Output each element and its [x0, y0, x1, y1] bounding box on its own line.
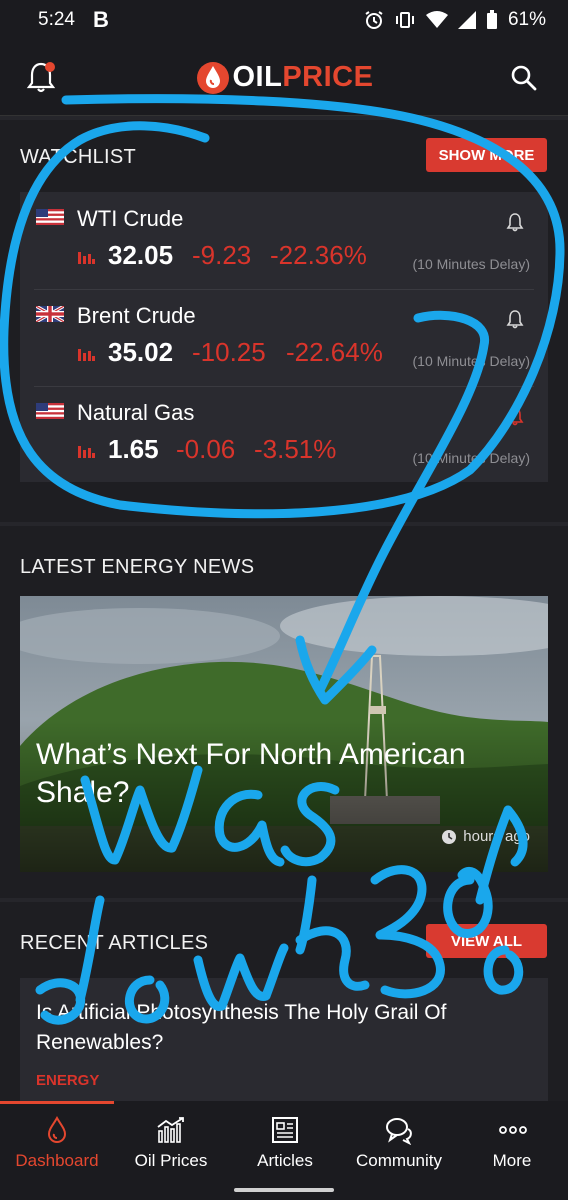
drop-icon — [47, 1115, 67, 1143]
latest-news-title: LATEST ENERGY NEWS — [20, 556, 255, 578]
bar-chart-icon[interactable] — [77, 248, 95, 264]
recent-articles-title: RECENT ARTICLES — [20, 932, 209, 954]
oilprice-logo[interactable]: OILPRICE — [195, 60, 374, 96]
battery-percent: 61% — [507, 9, 546, 30]
newspaper-icon — [272, 1117, 298, 1143]
commodity-percent: -3.51% — [254, 434, 337, 464]
bottom-navigation: Dashboard Oil Prices Articles Community — [0, 1101, 568, 1200]
show-more-button[interactable]: SHOW MORE — [426, 138, 547, 172]
clock-icon — [442, 829, 457, 844]
logo-drop-icon — [196, 61, 229, 94]
commodity-change: -9.23 — [192, 240, 252, 270]
delay-note: (10 Minutes Delay) — [412, 353, 531, 369]
search-icon[interactable] — [510, 64, 538, 92]
status-bar: 5:24 B 61% — [0, 0, 568, 40]
status-time: 5:24 — [38, 9, 75, 30]
home-indicator[interactable] — [234, 1188, 334, 1192]
bar-chart-icon[interactable] — [77, 345, 95, 361]
nav-more[interactable]: More — [456, 1101, 568, 1200]
nav-label: Oil Prices — [134, 1151, 208, 1170]
app-header: OILPRICE — [0, 40, 568, 116]
nav-oil-prices[interactable]: Oil Prices — [114, 1101, 228, 1200]
watchlist-card: WTI Crude 32.05 -9.23 -22.36% (10 Minute… — [20, 192, 548, 482]
watchlist-title: WATCHLIST — [20, 146, 137, 168]
news-time-text: hours ago — [463, 828, 530, 845]
vibrate-icon — [395, 12, 414, 28]
us-flag-icon — [36, 209, 64, 225]
alert-bell-active-icon[interactable] — [506, 406, 524, 426]
commodity-price: 35.02 — [108, 337, 174, 367]
alert-bell-icon[interactable] — [506, 212, 524, 232]
article-card[interactable]: Is Artificial Photosynthesis The Holy Gr… — [20, 978, 548, 1102]
commodity-percent: -22.64% — [286, 337, 383, 367]
commodity-name: Natural Gas — [77, 400, 195, 425]
status-icons: 61% — [364, 9, 546, 31]
uk-flag-icon — [36, 306, 64, 322]
news-timestamp: hours ago — [441, 828, 530, 845]
more-icon — [499, 1126, 527, 1134]
battery-icon — [486, 10, 497, 29]
bar-chart-icon[interactable] — [77, 442, 95, 458]
nav-label: Articles — [257, 1151, 313, 1170]
nav-community[interactable]: Community — [342, 1101, 456, 1200]
watchlist-item-natural-gas[interactable]: Natural Gas 1.65 -0.06 -3.51% (10 Minute… — [20, 386, 548, 483]
wifi-icon — [425, 11, 448, 28]
alert-bell-icon[interactable] — [506, 309, 524, 329]
commodity-name: Brent Crude — [77, 303, 196, 328]
chat-icon — [386, 1118, 412, 1145]
bell-icon[interactable] — [26, 60, 56, 94]
commodity-price: 32.05 — [108, 240, 174, 270]
nav-articles[interactable]: Articles — [228, 1101, 342, 1200]
alarm-icon — [365, 11, 383, 29]
news-headline[interactable]: What’s Next For North American Shale? — [36, 736, 516, 812]
commodity-price: 1.65 — [108, 434, 159, 464]
news-feature-card[interactable]: What’s Next For North American Shale? ho… — [20, 596, 548, 872]
watchlist-item-brent[interactable]: Brent Crude 35.02 -10.25 -22.64% (10 Min… — [20, 289, 548, 386]
nav-dashboard[interactable]: Dashboard — [0, 1101, 114, 1200]
view-all-button[interactable]: VIEW ALL — [426, 924, 547, 958]
article-category[interactable]: ENERGY — [36, 1072, 99, 1089]
chart-icon — [157, 1117, 184, 1143]
logo-oil-text: OIL — [232, 61, 283, 93]
delay-note: (10 Minutes Delay) — [412, 256, 531, 272]
delay-note: (10 Minutes Delay) — [412, 450, 531, 466]
signal-icon — [457, 11, 476, 29]
article-title[interactable]: Is Artificial Photosynthesis The Holy Gr… — [36, 998, 526, 1058]
nav-label: Dashboard — [15, 1151, 99, 1170]
nav-label: More — [492, 1151, 532, 1170]
commodity-name: WTI Crude — [77, 206, 184, 231]
commodity-change: -0.06 — [176, 434, 236, 464]
us-flag-icon — [36, 403, 64, 419]
nav-label: Community — [356, 1151, 442, 1170]
commodity-percent: -22.36% — [270, 240, 367, 270]
app-notification-icon: B — [92, 7, 109, 32]
logo-price-text: PRICE — [282, 61, 374, 93]
watchlist-item-wti[interactable]: WTI Crude 32.05 -9.23 -22.36% (10 Minute… — [20, 192, 548, 289]
commodity-change: -10.25 — [192, 337, 266, 367]
